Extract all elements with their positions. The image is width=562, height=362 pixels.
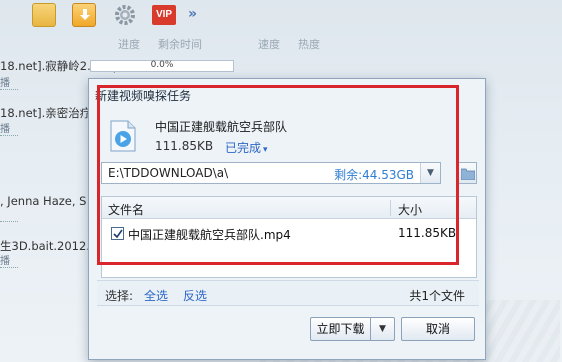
column-speed[interactable]: 速度 bbox=[258, 36, 280, 52]
play-link-label: 播 bbox=[0, 124, 10, 135]
download-now-button[interactable]: 立即下载 bbox=[310, 317, 370, 341]
task-row-play-link[interactable]: 播 bbox=[0, 256, 18, 268]
save-path-value[interactable]: E:\TDDOWNLOAD\a\ bbox=[108, 166, 228, 180]
file-list-table: 文件名 大小 中国正建舰载航空兵部队.mp4 111.85KB bbox=[101, 196, 477, 278]
file-table-header: 文件名 大小 bbox=[102, 197, 476, 219]
path-dropdown-button[interactable]: ▼ bbox=[420, 163, 440, 183]
open-folder-icon[interactable] bbox=[32, 3, 56, 27]
column-remaining-time[interactable]: 剩余时间 bbox=[158, 36, 202, 52]
checkmark-icon bbox=[113, 229, 123, 239]
file-count: 共1个文件 bbox=[409, 289, 465, 303]
invert-selection-link[interactable]: 反选 bbox=[183, 287, 207, 304]
file-select-checkbox[interactable] bbox=[111, 227, 124, 240]
download-icon[interactable] bbox=[72, 3, 96, 27]
task-row-play-link[interactable]: 播 bbox=[0, 78, 18, 90]
free-space-label: 剩余:44.53GB bbox=[334, 168, 414, 182]
main-toolbar: VIP » bbox=[0, 0, 562, 32]
task-row-title[interactable]: 生3D.bait.2012.3 bbox=[0, 238, 97, 254]
browse-folder-button[interactable] bbox=[457, 162, 477, 184]
file-size: 111.85KB bbox=[398, 226, 457, 240]
selection-label: 选择: bbox=[105, 289, 134, 303]
selection-bar: 选择: 全选 反选 共1个文件 bbox=[97, 280, 479, 306]
select-all-link[interactable]: 全选 bbox=[144, 287, 168, 304]
new-video-sniff-task-dialog: 新建视频嗅探任务 中国正建舰载航空兵部队 111.85KB 已完成 ▾ E:\TD… bbox=[88, 78, 486, 360]
task-row-title[interactable]: , Jenna Haze, S bbox=[0, 194, 86, 208]
dialog-title: 新建视频嗅探任务 bbox=[95, 89, 192, 103]
play-link-label: 播 bbox=[0, 78, 10, 89]
task-status-dropdown[interactable]: 已完成 ▾ bbox=[225, 139, 268, 156]
play-link-label: 播 bbox=[0, 256, 10, 267]
task-size: 111.85KB bbox=[155, 139, 214, 153]
more-chevron-icon[interactable]: » bbox=[188, 6, 204, 24]
task-row-marker bbox=[0, 210, 18, 222]
task-status-label: 已完成 bbox=[225, 141, 262, 155]
folder-icon bbox=[461, 168, 475, 180]
cancel-button[interactable]: 取消 bbox=[401, 317, 475, 341]
vip-icon[interactable]: VIP bbox=[152, 5, 176, 25]
download-options-dropdown-button[interactable]: ▼ bbox=[370, 317, 395, 341]
task-row-play-link[interactable]: 播 bbox=[0, 124, 18, 136]
task-list-column-header: 进度 剩余时间 速度 热度 bbox=[0, 36, 562, 52]
column-progress[interactable]: 进度 bbox=[118, 36, 140, 52]
column-heat[interactable]: 热度 bbox=[298, 36, 320, 52]
chevron-down-icon: ▾ bbox=[263, 145, 268, 155]
file-name[interactable]: 中国正建舰载航空兵部队.mp4 bbox=[128, 226, 291, 243]
save-path-combobox[interactable]: E:\TDDOWNLOAD\a\ 剩余:44.53GB ▼ bbox=[101, 162, 441, 184]
column-filename[interactable]: 文件名 bbox=[108, 201, 144, 218]
task-name: 中国正建舰载航空兵部队 bbox=[155, 120, 288, 134]
settings-gear-icon[interactable] bbox=[112, 2, 138, 28]
column-divider[interactable] bbox=[390, 200, 391, 216]
video-file-icon bbox=[109, 120, 137, 152]
task-progress-text: 0.0% bbox=[150, 60, 174, 70]
task-progress-bar: 0.0% bbox=[90, 60, 234, 72]
column-size[interactable]: 大小 bbox=[398, 201, 422, 218]
task-row-title[interactable]: 18.net].亲密治疗. bbox=[0, 105, 95, 121]
